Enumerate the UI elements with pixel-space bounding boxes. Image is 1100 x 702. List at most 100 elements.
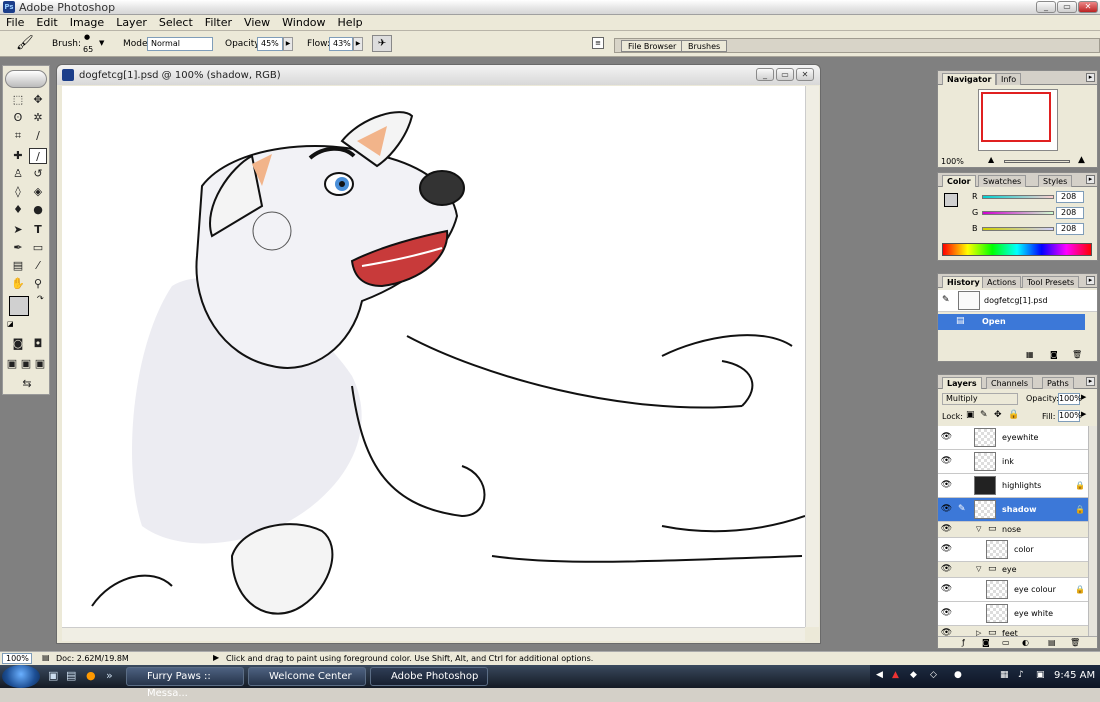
zoom-tool-icon[interactable]: ⚲: [29, 276, 47, 292]
shape-tool-icon[interactable]: ▭: [29, 240, 47, 256]
crop-tool-icon[interactable]: ⌗: [9, 128, 27, 144]
mode-select[interactable]: Normal: [147, 37, 213, 51]
lasso-tool-icon[interactable]: ʘ: [9, 110, 27, 126]
layer-row-highlights[interactable]: 👁 highlights 🔒: [938, 474, 1088, 498]
layer-row-color[interactable]: 👁 color: [938, 538, 1088, 562]
layer-row-eye-white[interactable]: 👁 eye white: [938, 602, 1088, 626]
layer-style-icon[interactable]: ƒ: [962, 638, 965, 647]
clock[interactable]: 9:45 AM: [1054, 670, 1095, 681]
magic-wand-tool-icon[interactable]: ✲: [29, 110, 47, 126]
visibility-eye-icon[interactable]: 👁: [940, 628, 953, 636]
visibility-eye-icon[interactable]: 👁: [940, 608, 953, 620]
start-button[interactable]: [2, 665, 40, 688]
layer-row-eyewhite[interactable]: 👁 eyewhite: [938, 426, 1088, 450]
fill-arrow-icon[interactable]: ▶: [1081, 410, 1086, 418]
adjustment-layer-icon[interactable]: ◐: [1022, 638, 1029, 647]
lock-all-icon[interactable]: 🔒: [1008, 410, 1019, 420]
status-zoom-input[interactable]: 100%: [2, 653, 32, 664]
tab-brushes[interactable]: Brushes: [681, 40, 728, 52]
quicklaunch-expand-icon[interactable]: »: [106, 669, 113, 682]
blend-mode-select[interactable]: Multiply: [942, 393, 1018, 405]
color-spectrum[interactable]: [942, 243, 1092, 256]
menu-image[interactable]: Image: [64, 16, 110, 29]
status-doc-size[interactable]: Doc: 2.62M/19.8M: [56, 654, 129, 663]
tab-info[interactable]: Info: [996, 73, 1022, 85]
visibility-eye-icon[interactable]: 👁: [940, 544, 953, 556]
history-snapshot-row[interactable]: ✎ dogfetcg[1].psd: [938, 290, 1097, 312]
layer-group-feet[interactable]: 👁 ▷ ▭ feet: [938, 626, 1088, 636]
slice-tool-icon[interactable]: ∕: [29, 128, 47, 144]
taskbar-button-photoshop[interactable]: Adobe Photoshop: [370, 667, 488, 686]
tab-history[interactable]: History: [942, 276, 985, 288]
layer-group-eye[interactable]: 👁 ▽ ▭ eye: [938, 562, 1088, 578]
quick-mask-mode-icon[interactable]: ◘: [29, 336, 47, 352]
tray-app4-icon[interactable]: ▣: [1036, 670, 1045, 680]
canvas[interactable]: [62, 86, 805, 627]
zoom-out-icon[interactable]: ▲: [988, 155, 994, 164]
tab-layers[interactable]: Layers: [942, 377, 982, 389]
color-fg-swatch[interactable]: [944, 193, 958, 207]
flow-input[interactable]: 43%: [329, 37, 353, 51]
layer-row-shadow[interactable]: 👁 ✎ shadow 🔒: [938, 498, 1088, 522]
new-layer-icon[interactable]: ▤: [1048, 638, 1056, 647]
palette-well-icon[interactable]: ≡: [592, 37, 604, 49]
tab-paths[interactable]: Paths: [1042, 377, 1074, 389]
tray-app-icon[interactable]: ◆: [910, 670, 917, 680]
fill-input[interactable]: 100%: [1058, 410, 1082, 422]
b-slider[interactable]: [982, 227, 1054, 231]
tab-navigator[interactable]: Navigator: [942, 73, 997, 85]
history-brush-tool-icon[interactable]: ↺: [29, 166, 47, 182]
tray-app3-icon[interactable]: ●: [954, 670, 962, 680]
canvas-horizontal-scrollbar[interactable]: [62, 627, 805, 641]
eyedropper-tool-icon[interactable]: ⁄: [29, 258, 47, 274]
layers-scrollbar[interactable]: [1088, 426, 1097, 636]
new-set-icon[interactable]: ▭: [1002, 638, 1010, 647]
status-arrow-icon[interactable]: ▶: [213, 653, 219, 662]
g-value[interactable]: 208: [1056, 207, 1084, 219]
layer-row-ink[interactable]: 👁 ink: [938, 450, 1088, 474]
visibility-eye-icon[interactable]: 👁: [940, 432, 953, 444]
new-snapshot-icon[interactable]: ◙: [1050, 350, 1058, 359]
eraser-tool-icon[interactable]: ◊: [9, 184, 27, 200]
minimize-button[interactable]: _: [1036, 1, 1056, 13]
foreground-color-swatch[interactable]: [9, 296, 29, 316]
r-slider[interactable]: [982, 195, 1054, 199]
tab-tool-presets[interactable]: Tool Presets: [1022, 276, 1080, 288]
tab-actions[interactable]: Actions: [982, 276, 1022, 288]
navigator-view-box[interactable]: [981, 92, 1051, 142]
menu-layer[interactable]: Layer: [110, 16, 153, 29]
jump-to-imageready-icon[interactable]: ⇆: [9, 376, 45, 392]
paint-bucket-tool-icon[interactable]: ◈: [29, 184, 47, 200]
notes-tool-icon[interactable]: ▤: [9, 258, 27, 274]
airbrush-toggle-icon[interactable]: ✈: [372, 35, 392, 52]
menu-help[interactable]: Help: [332, 16, 369, 29]
r-value[interactable]: 208: [1056, 191, 1084, 203]
menu-view[interactable]: View: [238, 16, 276, 29]
volume-icon[interactable]: ♪: [1018, 670, 1024, 680]
delete-layer-icon[interactable]: 🗑: [1070, 638, 1080, 647]
layer-opacity-input[interactable]: 100%: [1058, 393, 1082, 405]
ati-tray-icon[interactable]: ▲: [892, 670, 899, 680]
lock-position-icon[interactable]: ✥: [994, 410, 1002, 420]
color-panel-menu-icon[interactable]: ▸: [1086, 175, 1095, 184]
switch-windows-icon[interactable]: ▤: [66, 669, 76, 682]
menu-filter[interactable]: Filter: [199, 16, 238, 29]
maximize-button[interactable]: ▭: [1057, 1, 1077, 13]
path-selection-tool-icon[interactable]: ➤: [9, 222, 27, 238]
healing-brush-tool-icon[interactable]: ✚: [9, 148, 27, 164]
network-icon[interactable]: ▦: [1000, 670, 1009, 680]
visibility-eye-icon[interactable]: 👁: [940, 456, 953, 468]
doc-close-button[interactable]: ✕: [796, 68, 814, 81]
canvas-vertical-scrollbar[interactable]: [805, 86, 819, 627]
group-expand-icon[interactable]: ▽: [976, 565, 981, 573]
navigator-thumbnail[interactable]: [978, 89, 1058, 151]
group-expand-icon[interactable]: ▽: [976, 525, 981, 533]
close-button[interactable]: ✕: [1078, 1, 1098, 13]
show-desktop-icon[interactable]: ▣: [48, 669, 58, 682]
layer-row-eye-colour[interactable]: 👁 eye colour 🔒: [938, 578, 1088, 602]
doc-maximize-button[interactable]: ▭: [776, 68, 794, 81]
navigator-zoom[interactable]: 100%: [941, 157, 964, 166]
opacity-input[interactable]: 45%: [257, 37, 283, 51]
screen-mode-menubar-icon[interactable]: ▣: [19, 356, 33, 372]
dodge-tool-icon[interactable]: ●: [29, 202, 47, 218]
